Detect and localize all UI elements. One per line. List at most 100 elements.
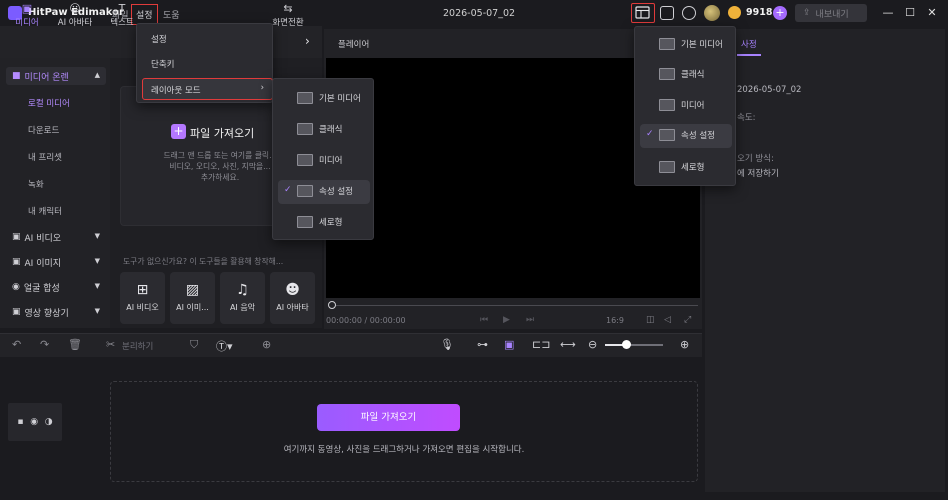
add-track-icon[interactable]: ⊕	[262, 338, 271, 351]
player-header: 플레이어	[338, 40, 370, 50]
close-icon[interactable]: ✕	[925, 6, 939, 20]
magnet-icon[interactable]: ▣	[504, 338, 514, 351]
split-button[interactable]: 분리하기	[122, 340, 153, 352]
menu-item-shortcuts[interactable]: 단축키	[151, 58, 174, 70]
tool-ai-music[interactable]: ♫ AI 음악	[220, 272, 265, 324]
import-file-button[interactable]: 파일 가져오기	[317, 404, 460, 431]
layout-mode-button[interactable]	[631, 3, 655, 23]
fit-icon[interactable]: ⟷	[560, 338, 576, 351]
caret-down-icon: ▼	[94, 232, 100, 240]
layout-basic-media[interactable]: 기본 미디어	[297, 87, 372, 111]
sidebar-group-media[interactable]: ■ 미디어 온렌 ▲	[6, 67, 106, 85]
sidebar-item-characters[interactable]: 내 캐릭터	[28, 205, 62, 217]
undo-icon[interactable]: ↶	[12, 338, 21, 351]
sidebar-item-download[interactable]: 다운로드	[28, 124, 59, 136]
shield-icon[interactable]: ⛉	[190, 338, 198, 352]
folder-icon: ■	[12, 71, 21, 81]
layout-icon	[635, 6, 650, 19]
sidebar-group-ai-image[interactable]: ▣ AI 이미지 ▼	[6, 253, 106, 271]
coin-icon	[728, 6, 741, 19]
layout-dd-properties[interactable]: ✓ 속성 설정	[640, 124, 732, 148]
fullscreen-icon[interactable]: ⤢	[684, 315, 691, 325]
layout-basic-icon	[659, 38, 675, 50]
sidebar-group-enhancer[interactable]: ▣ 영상 향상기 ▼	[6, 303, 106, 321]
tabs-scroll-right-icon[interactable]: ›	[305, 34, 310, 48]
timeline-dropzone[interactable]	[110, 381, 698, 482]
layout-dd-classic[interactable]: 클래식	[659, 63, 734, 87]
track-lock-icon[interactable]: ▪	[17, 417, 23, 427]
scissors-icon[interactable]: ✂	[106, 338, 115, 351]
layout-vertical-icon	[659, 161, 675, 173]
tab-text[interactable]: T 텍스트	[106, 2, 138, 30]
layout-dd-basic-media[interactable]: 기본 미디어	[659, 33, 734, 57]
media-import-title[interactable]: 파일 가져오기	[190, 125, 254, 141]
add-coins-button[interactable]: +	[773, 6, 787, 20]
prev-frame-icon[interactable]: ⏮	[480, 315, 488, 325]
sidebar-item-presets[interactable]: 내 프리셋	[28, 151, 62, 163]
tool-ai-image[interactable]: ▨ AI 이미...	[170, 272, 215, 324]
track-header: ▪ ◉ ◑	[8, 403, 62, 441]
download-icon[interactable]	[682, 6, 696, 20]
menu-item-settings[interactable]: 설정	[151, 33, 167, 45]
player-progress-handle[interactable]	[328, 301, 336, 309]
redo-icon[interactable]: ↷	[40, 338, 49, 351]
tool-ai-avatar[interactable]: ☻ AI 아바타	[270, 272, 315, 324]
maximize-icon[interactable]: ☐	[903, 6, 917, 20]
caret-up-icon: ▲	[94, 71, 100, 79]
props-method-label: 오기 방식:	[737, 154, 774, 164]
player-progress-track[interactable]	[330, 305, 698, 306]
layout-classic[interactable]: 클래식	[297, 118, 372, 142]
track-visible-icon[interactable]: ◉	[30, 417, 38, 427]
link-icon[interactable]: ⊶	[477, 338, 488, 351]
coin-count: 9918	[746, 7, 773, 18]
player-time: 00:00:00 / 00:00:00	[326, 316, 406, 325]
layout-properties[interactable]: ✓ 속성 설정	[278, 180, 370, 204]
menu-help[interactable]: 도움	[163, 8, 180, 21]
media-icon: ▣	[21, 2, 33, 15]
next-frame-icon[interactable]: ⏭	[526, 315, 534, 325]
chevron-right-icon: ›	[260, 83, 264, 93]
layout-submenu: 기본 미디어 클래식 미디어 ✓ 속성 설정 세로형	[272, 78, 374, 240]
minimize-icon[interactable]: —	[881, 6, 895, 20]
menu-item-layout-mode[interactable]: 레이아웃 모드 ›	[142, 78, 273, 100]
layout-dd-vertical[interactable]: 세로형	[659, 156, 734, 180]
export-button[interactable]: ⇪ 내보내기	[795, 4, 867, 22]
sidebar-item-record[interactable]: 녹화	[28, 178, 44, 190]
text-tool-icon[interactable]: Ⓣ▾	[216, 338, 233, 354]
tool-ai-video[interactable]: ⊞ AI 비디오	[120, 272, 165, 324]
zoom-slider-handle[interactable]	[622, 340, 631, 349]
caret-down-icon: ▼	[94, 307, 100, 315]
aspect-ratio[interactable]: 16:9	[606, 316, 624, 325]
ai-image-icon: ▣	[12, 257, 21, 267]
tab-properties[interactable]: 사정	[737, 34, 761, 56]
timeline-drop-hint: 여기까지 동영상, 사진을 드래그하거나 가져오면 편집을 시작합니다.	[283, 445, 525, 455]
layout-basic-icon	[297, 92, 313, 104]
layout-dropdown: 기본 미디어 클래식 미디어 ✓ 속성 설정 세로형	[634, 26, 736, 186]
layout-classic-icon	[297, 123, 313, 135]
tab-ai-avatar[interactable]: ☺ AI 아바타	[52, 2, 98, 30]
project-name: 2026-05-07_02	[737, 85, 802, 95]
microphone-icon[interactable]: 🎙	[440, 338, 454, 351]
tab-media[interactable]: ▣ 미디어	[8, 2, 46, 30]
sidebar-item-local-media[interactable]: 로컬 미디어	[28, 97, 70, 109]
feedback-icon[interactable]	[660, 6, 674, 20]
zoom-in-icon[interactable]: ⊕	[680, 338, 689, 351]
zoom-out-icon[interactable]: ⊖	[588, 338, 597, 351]
sidebar-group-ai-video[interactable]: ▣ AI 비디오 ▼	[6, 228, 106, 246]
layout-classic-icon	[659, 68, 675, 80]
props-save-option[interactable]: 에 저장하기	[737, 167, 779, 179]
project-title: 2026-05-07_02	[443, 8, 516, 19]
layout-vertical[interactable]: 세로형	[297, 211, 372, 235]
caret-down-icon: ▼	[94, 282, 100, 290]
split-view-icon[interactable]: ⊏⊐	[532, 338, 550, 351]
layout-dd-media[interactable]: 미디어	[659, 94, 734, 118]
volume-icon[interactable]: ◁	[664, 315, 671, 325]
delete-icon[interactable]: 🗑	[68, 338, 82, 351]
tab-transition[interactable]: ⇆ 화면전환	[270, 2, 306, 30]
play-icon[interactable]: ▶	[503, 315, 510, 325]
track-audio-icon[interactable]: ◑	[45, 417, 53, 427]
avatar[interactable]	[704, 5, 720, 21]
snapshot-icon[interactable]: ◫	[646, 315, 655, 325]
sidebar-group-face-swap[interactable]: ◉ 얼굴 합성 ▼	[6, 278, 106, 296]
layout-media[interactable]: 미디어	[297, 149, 372, 173]
